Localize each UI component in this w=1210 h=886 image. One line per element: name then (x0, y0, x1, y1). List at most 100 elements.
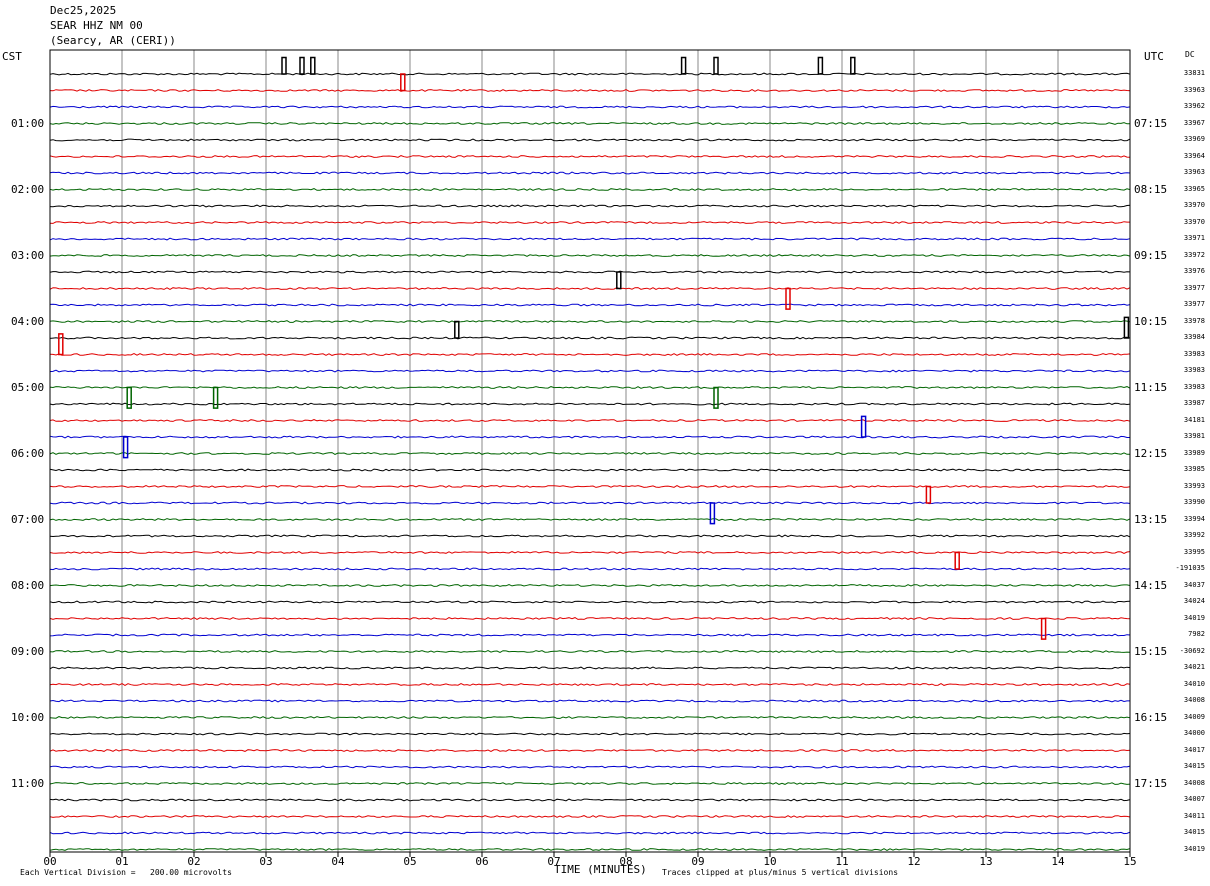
x-tick-label: 12 (907, 855, 920, 868)
event-spike (400, 73, 406, 92)
x-tick-label: 11 (835, 855, 848, 868)
event-spike (1040, 617, 1047, 640)
x-axis-label: TIME (MINUTES) (554, 863, 647, 876)
dc-offset-label: 33983 (1183, 382, 1205, 391)
event-spike (680, 56, 687, 75)
dc-offset-label: 33970 (1183, 217, 1205, 226)
trace-39 (49, 699, 1130, 703)
trace-30 (49, 551, 1131, 554)
trace-5 (49, 138, 1131, 142)
dc-offset-label: 33963 (1183, 85, 1205, 94)
trace-38 (49, 683, 1131, 686)
dc-offset-label: 33987 (1183, 399, 1205, 407)
x-tick-label: 09 (691, 855, 704, 868)
trace-48 (49, 848, 1131, 851)
dc-offset-label: 33995 (1183, 547, 1205, 556)
dc-offset-label: 33984 (1183, 333, 1205, 341)
trace-28 (49, 518, 1131, 521)
dc-offset-label: 34037 (1183, 580, 1205, 589)
left-hour-label: 08:00 (11, 578, 45, 592)
trace-11 (49, 237, 1131, 241)
dc-offset-label: 33976 (1183, 267, 1205, 275)
x-tick-label: 05 (403, 855, 416, 868)
dc-offset-label: 34010 (1183, 679, 1205, 688)
dc-offset-label: -191035 (1175, 564, 1205, 572)
event-spike (709, 502, 716, 525)
trace-2 (49, 89, 1131, 92)
event-spike (310, 56, 316, 75)
trace-17 (49, 336, 1131, 340)
plot-frame (49, 49, 1131, 853)
trace-44 (49, 782, 1131, 785)
dc-offset-label: 33978 (1183, 316, 1205, 325)
dc-offset-label: 34015 (1183, 762, 1205, 770)
x-tick-label: 02 (187, 855, 200, 868)
dc-offset-label: 34019 (1183, 844, 1205, 853)
trace-31 (49, 567, 1131, 571)
dc-offset-label: 34021 (1183, 663, 1205, 671)
event-spike (785, 287, 791, 310)
right-hour-label: 17:15 (1134, 776, 1168, 790)
trace-33 (49, 600, 1131, 604)
dc-offset-label: 33983 (1183, 349, 1205, 358)
event-spike (713, 386, 719, 409)
right-hour-label: 14:15 (1134, 578, 1168, 592)
dc-offset-label: 33981 (1183, 432, 1205, 440)
plot-grid (121, 50, 1059, 852)
dc-offset-label: 33963 (1183, 168, 1205, 176)
left-hour-label: 07:00 (11, 512, 45, 526)
dc-offset-label: -30692 (1179, 646, 1205, 655)
x-tick-label: 06 (475, 855, 488, 868)
header-location: (Searcy, AR (CERI)) (50, 34, 176, 47)
dc-offset-label: 34015 (1183, 828, 1205, 836)
left-hour-label: 11:00 (11, 776, 45, 790)
dc-offset-label: 33977 (1183, 300, 1205, 308)
trace-34 (49, 617, 1131, 620)
left-hour-label: 03:00 (11, 248, 45, 262)
dc-offset-label: 33994 (1183, 514, 1205, 523)
right-hour-label: 12:15 (1134, 446, 1168, 460)
left-hour-label: 04:00 (11, 314, 45, 328)
left-hour-label: 10:00 (11, 710, 45, 724)
dc-offset-label: 34017 (1183, 745, 1205, 754)
dc-offset-label: 33965 (1183, 184, 1205, 193)
trace-19 (49, 369, 1131, 373)
trace-29 (49, 534, 1131, 538)
right-hour-label: 15:15 (1134, 644, 1168, 658)
x-tick-label: 03 (259, 855, 272, 868)
trace-9 (49, 204, 1131, 208)
dc-label: DC (1185, 50, 1195, 59)
event-spike (954, 551, 960, 570)
dc-offset-label: 33969 (1183, 135, 1205, 143)
trace-18 (49, 353, 1131, 356)
event-spike (713, 56, 719, 75)
trace-24 (49, 452, 1130, 455)
scale-prefix: Each Vertical Division = (20, 868, 136, 877)
dc-offset-label: 34181 (1183, 415, 1205, 424)
trace-43 (49, 765, 1131, 769)
dc-offset-label: 33970 (1183, 201, 1205, 209)
event-spike (850, 56, 856, 75)
dc-offset-label: 34007 (1183, 795, 1205, 803)
scale-value: 200.00 microvolts (150, 868, 232, 877)
x-tick-label: 14 (1051, 855, 1065, 868)
trace-21 (49, 402, 1131, 406)
trace-20 (49, 386, 1131, 389)
dc-offset-label: 33989 (1183, 448, 1205, 457)
dc-offset-label: 33967 (1183, 118, 1205, 127)
right-hour-label: 07:15 (1134, 116, 1168, 130)
x-tick-label: 10 (763, 855, 776, 868)
trace-7 (49, 171, 1131, 175)
trace-16 (49, 320, 1131, 323)
dc-offset-label: 34019 (1183, 613, 1205, 622)
trace-47 (49, 831, 1131, 835)
dc-offset-label: 33985 (1183, 465, 1205, 473)
right-hour-label: 16:15 (1134, 710, 1168, 724)
right-hour-label: 08:15 (1134, 182, 1168, 196)
dc-offset-label: 33983 (1183, 366, 1205, 374)
dc-offset-label: 34000 (1183, 729, 1205, 737)
right-hour-label: 09:15 (1134, 248, 1168, 262)
header-station: SEAR HHZ NM 00 (50, 19, 143, 32)
x-tick-label: 04 (331, 855, 345, 868)
trace-15 (49, 303, 1131, 307)
